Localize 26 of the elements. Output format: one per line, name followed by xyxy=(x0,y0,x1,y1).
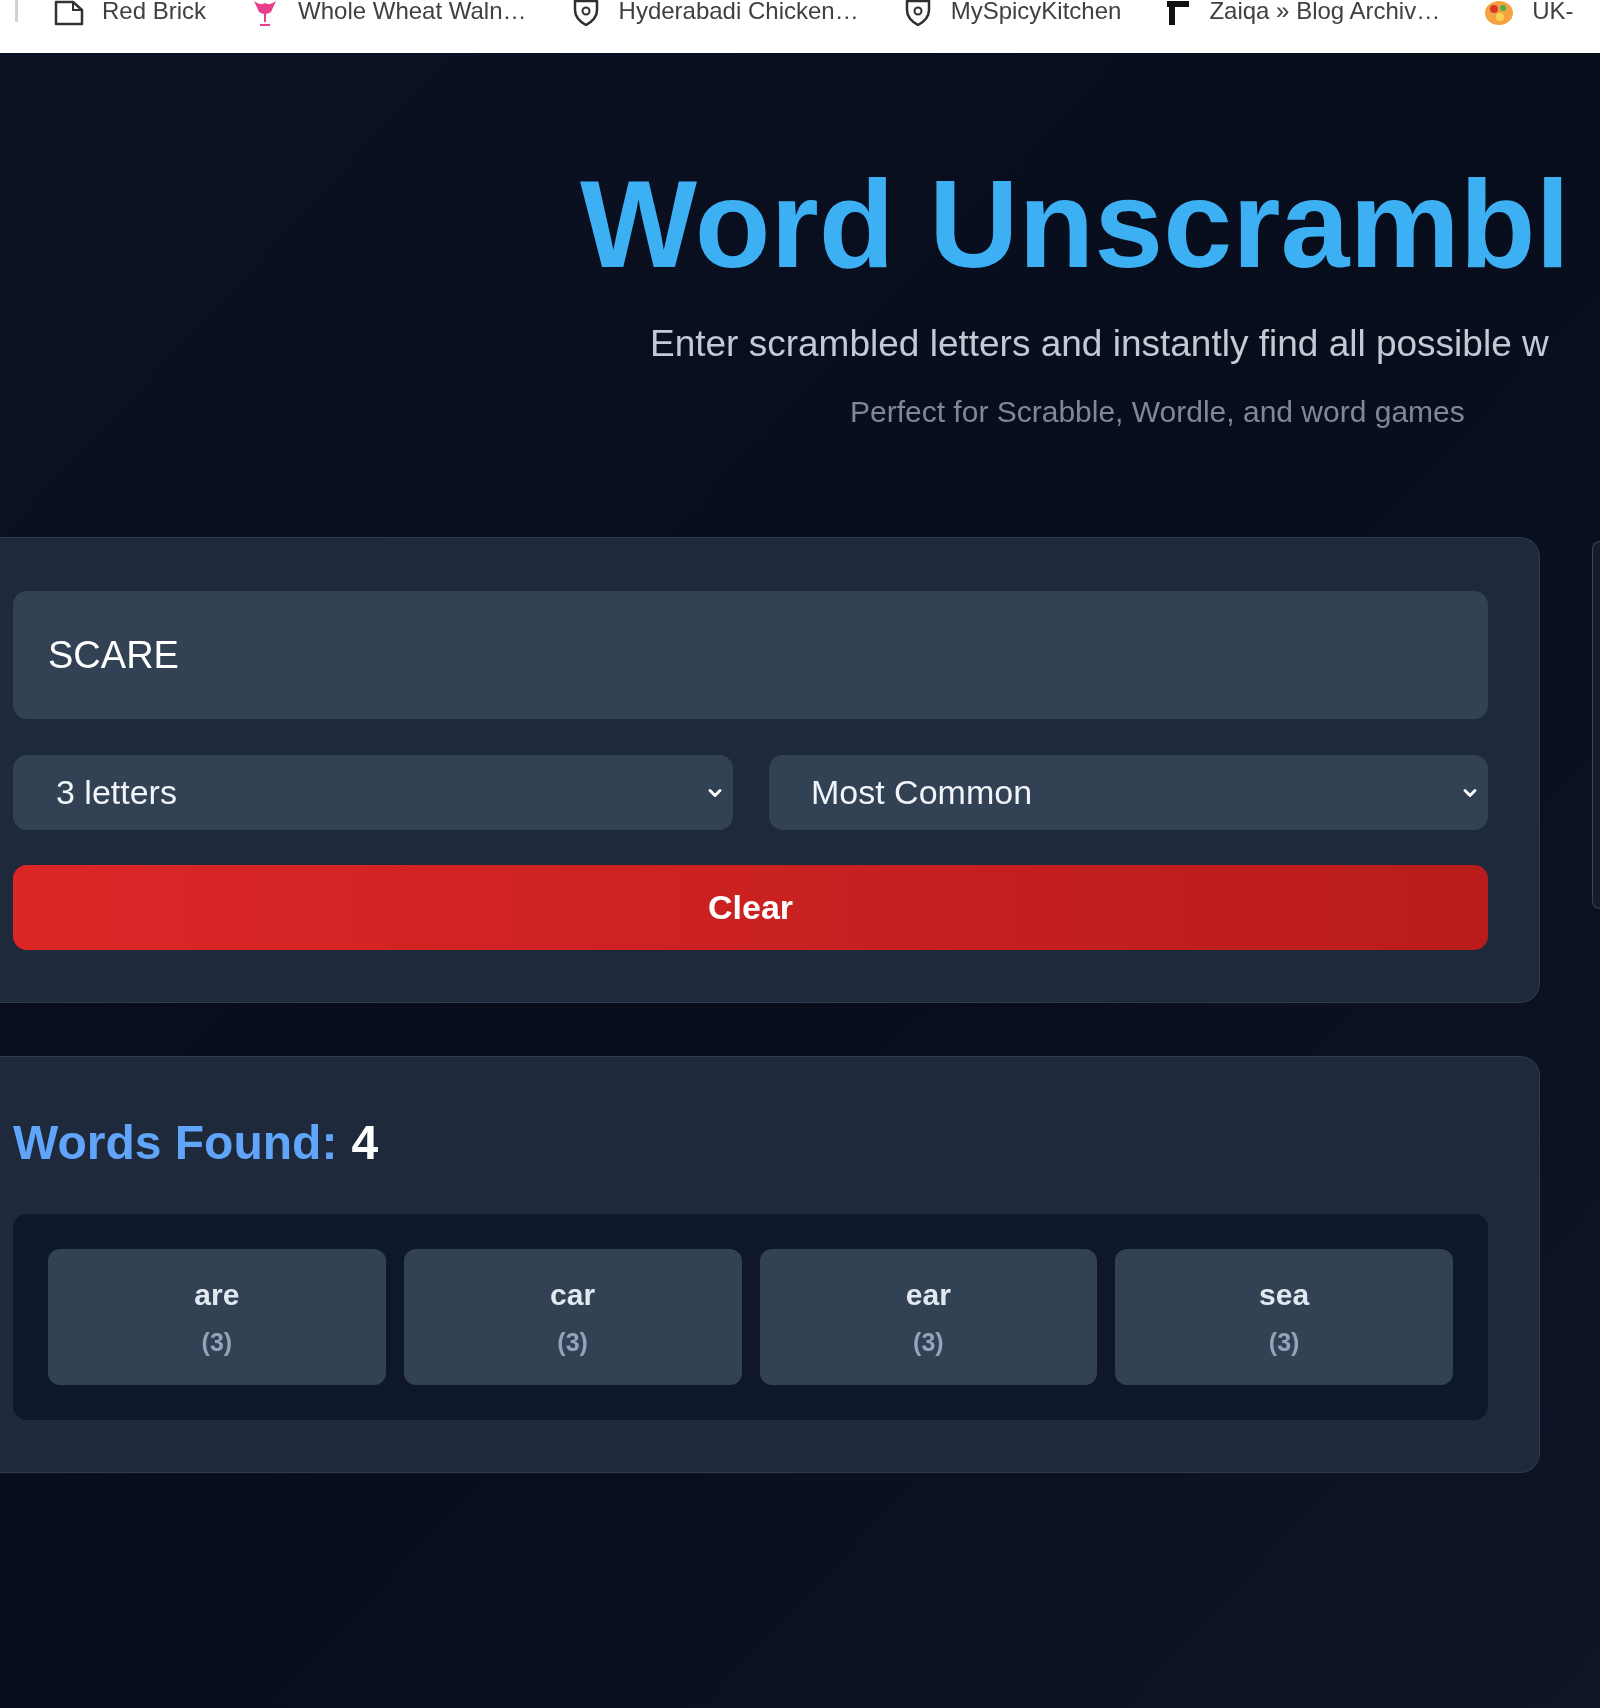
page-title: Word Unscrambl xyxy=(580,162,1570,286)
bookmark-link[interactable]: Whole Wheat Waln… xyxy=(250,0,527,26)
length-select[interactable]: 3 letters xyxy=(13,755,733,831)
bookmark-link[interactable]: MySpicyKitchen xyxy=(902,0,1122,26)
word-length: (3) xyxy=(1268,1327,1300,1357)
bookmark-link[interactable]: Red Brick xyxy=(54,0,207,26)
word-text: sea xyxy=(1259,1277,1310,1313)
word-length: (3) xyxy=(913,1327,944,1357)
bookmark-link[interactable]: Zaiqa » Blog Archiv… xyxy=(1165,0,1441,26)
flag-icon xyxy=(1165,0,1192,26)
letters-input[interactable]: SCARE xyxy=(13,591,1488,720)
food-bowl-icon xyxy=(1484,0,1515,26)
results-label: Words Found: xyxy=(13,1115,338,1172)
word-length: (3) xyxy=(557,1327,588,1357)
word-text: are xyxy=(194,1277,240,1313)
word-text: ear xyxy=(905,1277,951,1313)
clear-button[interactable]: Clear xyxy=(13,865,1488,951)
word-text: car xyxy=(550,1277,596,1313)
page-icon xyxy=(54,0,84,26)
bookmark-link[interactable]: Hyderabadi Chicken… xyxy=(570,0,859,26)
results-count: 4 xyxy=(351,1115,379,1172)
sort-select[interactable]: Most Common xyxy=(769,755,1488,831)
bookmark-link[interactable]: UK- xyxy=(1484,0,1574,26)
page-tagline: Perfect for Scrabble, Wordle, and word games xyxy=(850,394,1465,431)
page-subtitle: Enter scrambled letters and instantly find all possible w xyxy=(650,322,1549,366)
word-length: (3) xyxy=(201,1327,233,1357)
